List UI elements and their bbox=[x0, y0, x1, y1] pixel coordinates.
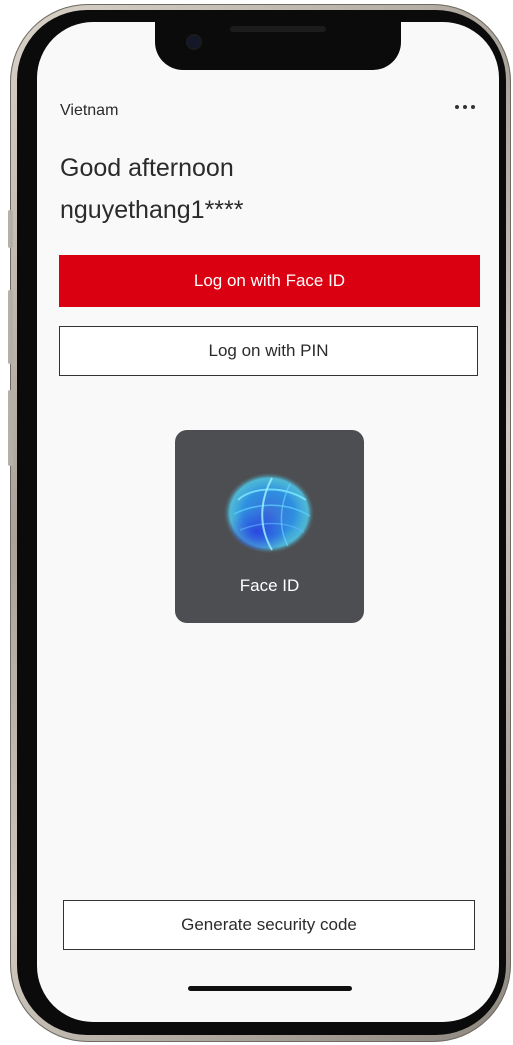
silent-switch bbox=[8, 210, 13, 248]
app-screen: Vietnam Good afternoon nguyethang1**** L… bbox=[37, 22, 499, 1022]
masked-username: nguyethang1**** bbox=[60, 196, 244, 224]
region-label: Vietnam bbox=[60, 102, 119, 119]
generate-security-code-button[interactable]: Generate security code bbox=[63, 900, 475, 950]
more-dot bbox=[463, 105, 467, 109]
more-dot bbox=[455, 105, 459, 109]
face-id-prompt: Face ID bbox=[175, 430, 364, 623]
more-options-button[interactable] bbox=[447, 96, 483, 118]
log-on-face-id-button[interactable]: Log on with Face ID bbox=[59, 255, 480, 307]
greeting-text: Good afternoon bbox=[60, 154, 234, 182]
face-id-label: Face ID bbox=[239, 576, 300, 595]
home-indicator[interactable] bbox=[188, 986, 352, 991]
face-id-scan-icon bbox=[223, 472, 315, 554]
volume-down-button bbox=[8, 390, 13, 466]
log-on-pin-button[interactable]: Log on with PIN bbox=[59, 326, 478, 376]
more-dot bbox=[471, 105, 475, 109]
volume-up-button bbox=[8, 290, 13, 364]
front-camera-icon bbox=[188, 36, 200, 48]
speaker-grille bbox=[230, 26, 326, 32]
notch bbox=[155, 22, 401, 70]
